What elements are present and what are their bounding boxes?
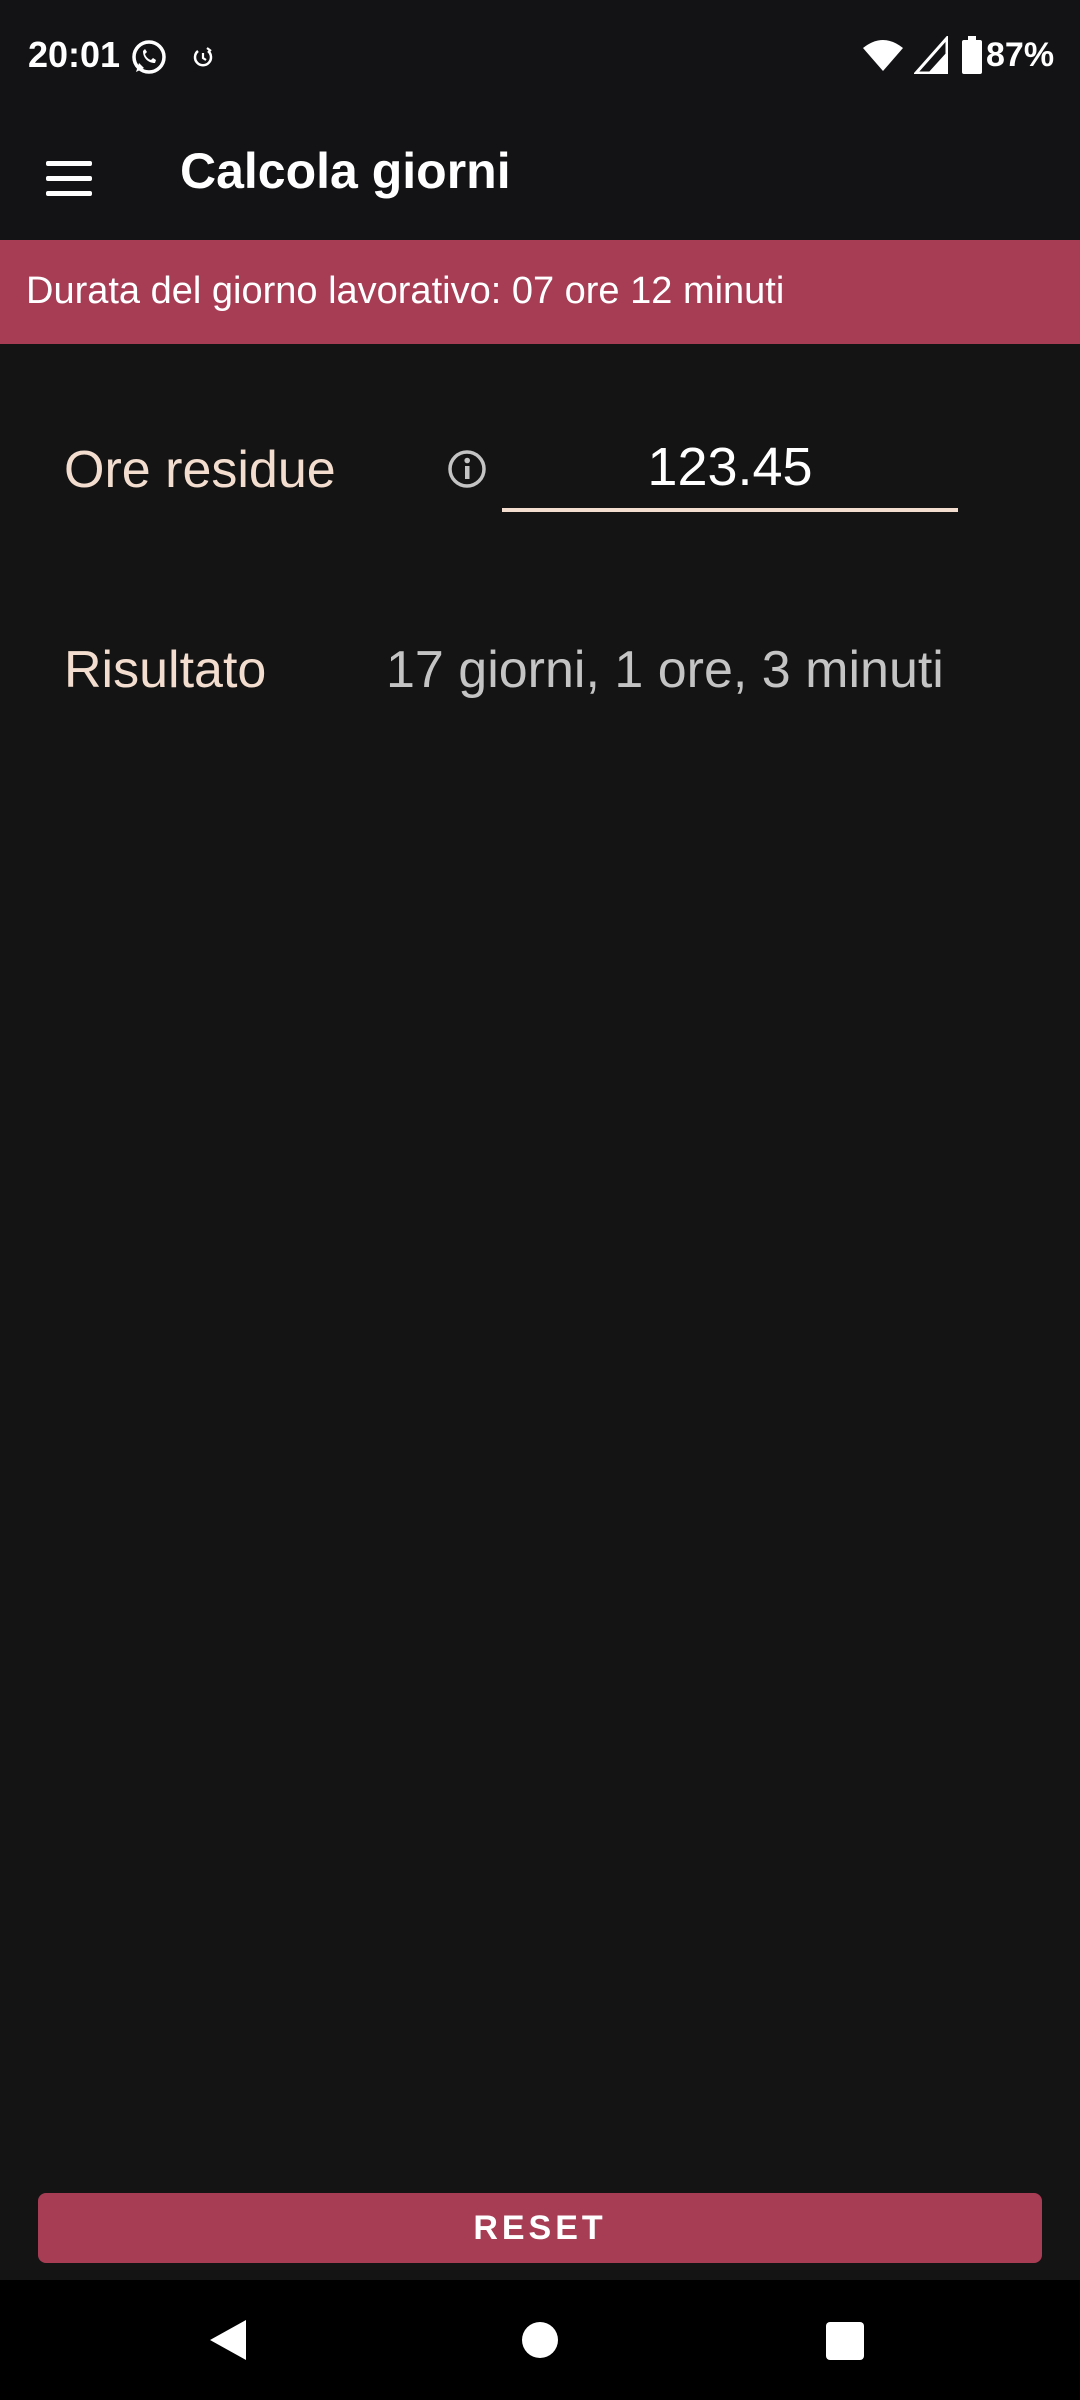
hours-remaining-input[interactable]: [502, 426, 958, 512]
page-title: Calcola giorni: [180, 143, 511, 199]
workday-duration-text: Durata del giorno lavorativo: 07 ore 12 …: [26, 270, 785, 312]
result-value: 17 giorni, 1 ore, 3 minuti: [386, 641, 944, 699]
info-icon[interactable]: [446, 448, 488, 490]
recents-icon[interactable]: [826, 2322, 864, 2360]
workday-duration-banner: Durata del giorno lavorativo: 07 ore 12 …: [0, 240, 1080, 344]
battery-icon: [962, 36, 982, 74]
home-icon[interactable]: [522, 2322, 558, 2358]
status-bar: 20:01 87%: [0, 0, 1080, 116]
result-label: Risultato: [64, 641, 267, 699]
reset-button[interactable]: RESET: [38, 2193, 1042, 2263]
alarm-icon: [193, 47, 213, 67]
whatsapp-icon: [132, 40, 166, 74]
wifi-icon: [863, 40, 903, 71]
menu-icon[interactable]: [44, 152, 96, 204]
battery-percent: 87%: [986, 36, 1055, 74]
status-time: 20:01: [28, 34, 121, 75]
signal-icon: [914, 36, 948, 74]
navigation-bar: [0, 2280, 1080, 2400]
back-icon[interactable]: [208, 2318, 248, 2362]
app-bar: Calcola giorni: [0, 116, 1080, 240]
hours-remaining-label: Ore residue: [64, 441, 336, 499]
